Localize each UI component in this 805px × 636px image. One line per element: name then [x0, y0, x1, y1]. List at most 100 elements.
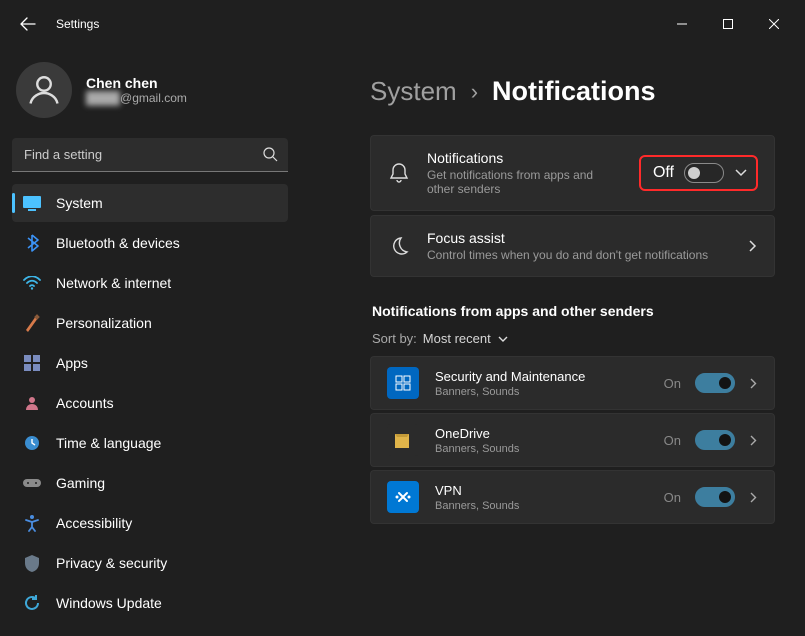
sort-row: Sort by: Most recent: [372, 331, 775, 346]
nav-label: Network & internet: [56, 275, 171, 291]
toggle-label: Off: [653, 164, 674, 182]
nav-label: Bluetooth & devices: [56, 235, 180, 251]
update-icon: [22, 593, 42, 613]
notifications-card[interactable]: Notifications Get notifications from app…: [370, 135, 775, 211]
bluetooth-icon: [22, 233, 42, 253]
nav-item-apps[interactable]: Apps: [12, 344, 288, 382]
close-button[interactable]: [751, 8, 797, 40]
toggle-label: On: [664, 433, 681, 448]
chevron-right-icon: [749, 491, 758, 504]
app-notification-row[interactable]: VPN Banners, Sounds On: [370, 470, 775, 524]
breadcrumb-parent[interactable]: System: [370, 76, 457, 107]
chevron-down-icon: [497, 335, 509, 343]
chevron-right-button[interactable]: [748, 239, 758, 253]
nav-label: Time & language: [56, 435, 161, 451]
app-toggle[interactable]: [695, 487, 735, 507]
toggle-label: On: [664, 376, 681, 391]
expand-button[interactable]: [734, 168, 748, 178]
card-title: Notifications: [427, 150, 623, 166]
chevron-right-button[interactable]: [749, 491, 758, 504]
paint-icon: [22, 313, 42, 333]
app-notification-row[interactable]: Security and Maintenance Banners, Sounds…: [370, 356, 775, 410]
page-title: Notifications: [492, 76, 656, 107]
nav-label: Accounts: [56, 395, 114, 411]
nav-label: Gaming: [56, 475, 105, 491]
app-name: OneDrive: [435, 426, 648, 441]
chevron-right-icon: ›: [471, 79, 478, 105]
nav-item-gaming[interactable]: Gaming: [12, 464, 288, 502]
chevron-down-icon: [734, 168, 748, 178]
nav-label: Privacy & security: [56, 555, 167, 571]
close-icon: [769, 19, 779, 29]
notifications-toggle[interactable]: [684, 163, 724, 183]
nav-item-bluetooth[interactable]: Bluetooth & devices: [12, 224, 288, 262]
profile-name: Chen chen: [86, 75, 187, 91]
nav-label: Apps: [56, 355, 88, 371]
nav-label: Accessibility: [56, 515, 132, 531]
title-bar: Settings: [0, 0, 805, 48]
vpn-icon: [387, 481, 419, 513]
nav-label: System: [56, 195, 103, 211]
apps-icon: [22, 353, 42, 373]
wifi-icon: [22, 273, 42, 293]
accessibility-icon: [22, 513, 42, 533]
card-subtitle: Control times when you do and don't get …: [427, 248, 732, 262]
section-heading: Notifications from apps and other sender…: [372, 303, 775, 319]
nav-list: System Bluetooth & devices Network & int…: [12, 184, 288, 622]
breadcrumb: System › Notifications: [370, 76, 775, 107]
sort-dropdown[interactable]: Most recent: [423, 331, 509, 346]
maximize-icon: [723, 19, 733, 29]
chevron-right-icon: [749, 377, 758, 390]
moon-icon: [387, 236, 411, 256]
onedrive-icon: [387, 424, 419, 456]
app-sub: Banners, Sounds: [435, 500, 648, 512]
back-button[interactable]: [8, 4, 48, 44]
chevron-right-icon: [748, 239, 758, 253]
search-input[interactable]: [12, 138, 288, 172]
card-subtitle: Get notifications from apps and other se…: [427, 168, 623, 196]
system-icon: [22, 193, 42, 213]
arrow-left-icon: [20, 16, 36, 32]
highlight-box: Off: [639, 155, 758, 191]
shield-icon: [22, 553, 42, 573]
toggle-label: On: [664, 490, 681, 505]
nav-item-privacy[interactable]: Privacy & security: [12, 544, 288, 582]
gaming-icon: [22, 473, 42, 493]
minimize-icon: [677, 19, 687, 29]
chevron-right-icon: [749, 434, 758, 447]
app-toggle[interactable]: [695, 373, 735, 393]
search-box[interactable]: [12, 138, 288, 172]
security-maintenance-icon: [387, 367, 419, 399]
focus-assist-card[interactable]: Focus assist Control times when you do a…: [370, 215, 775, 277]
maximize-button[interactable]: [705, 8, 751, 40]
nav-item-update[interactable]: Windows Update: [12, 584, 288, 622]
nav-label: Windows Update: [56, 595, 162, 611]
window-title: Settings: [56, 17, 99, 31]
nav-item-accessibility[interactable]: Accessibility: [12, 504, 288, 542]
app-name: VPN: [435, 483, 648, 498]
app-toggle[interactable]: [695, 430, 735, 450]
app-sub: Banners, Sounds: [435, 386, 648, 398]
accounts-icon: [22, 393, 42, 413]
nav-item-personalization[interactable]: Personalization: [12, 304, 288, 342]
window-controls: [659, 8, 797, 40]
nav-item-accounts[interactable]: Accounts: [12, 384, 288, 422]
profile[interactable]: Chen chen ████@gmail.com: [12, 56, 288, 132]
minimize-button[interactable]: [659, 8, 705, 40]
search-icon: [262, 146, 278, 162]
chevron-right-button[interactable]: [749, 377, 758, 390]
chevron-right-button[interactable]: [749, 434, 758, 447]
nav-label: Personalization: [56, 315, 152, 331]
profile-email: ████@gmail.com: [86, 91, 187, 105]
app-sub: Banners, Sounds: [435, 443, 648, 455]
clock-icon: [22, 433, 42, 453]
nav-item-time[interactable]: Time & language: [12, 424, 288, 462]
card-title: Focus assist: [427, 230, 732, 246]
bell-icon: [387, 162, 411, 184]
avatar: [16, 62, 72, 118]
sidebar: Chen chen ████@gmail.com System Bluetoot…: [0, 48, 300, 636]
nav-item-network[interactable]: Network & internet: [12, 264, 288, 302]
app-notification-row[interactable]: OneDrive Banners, Sounds On: [370, 413, 775, 467]
nav-item-system[interactable]: System: [12, 184, 288, 222]
content: System › Notifications Notifications Get…: [300, 48, 805, 636]
